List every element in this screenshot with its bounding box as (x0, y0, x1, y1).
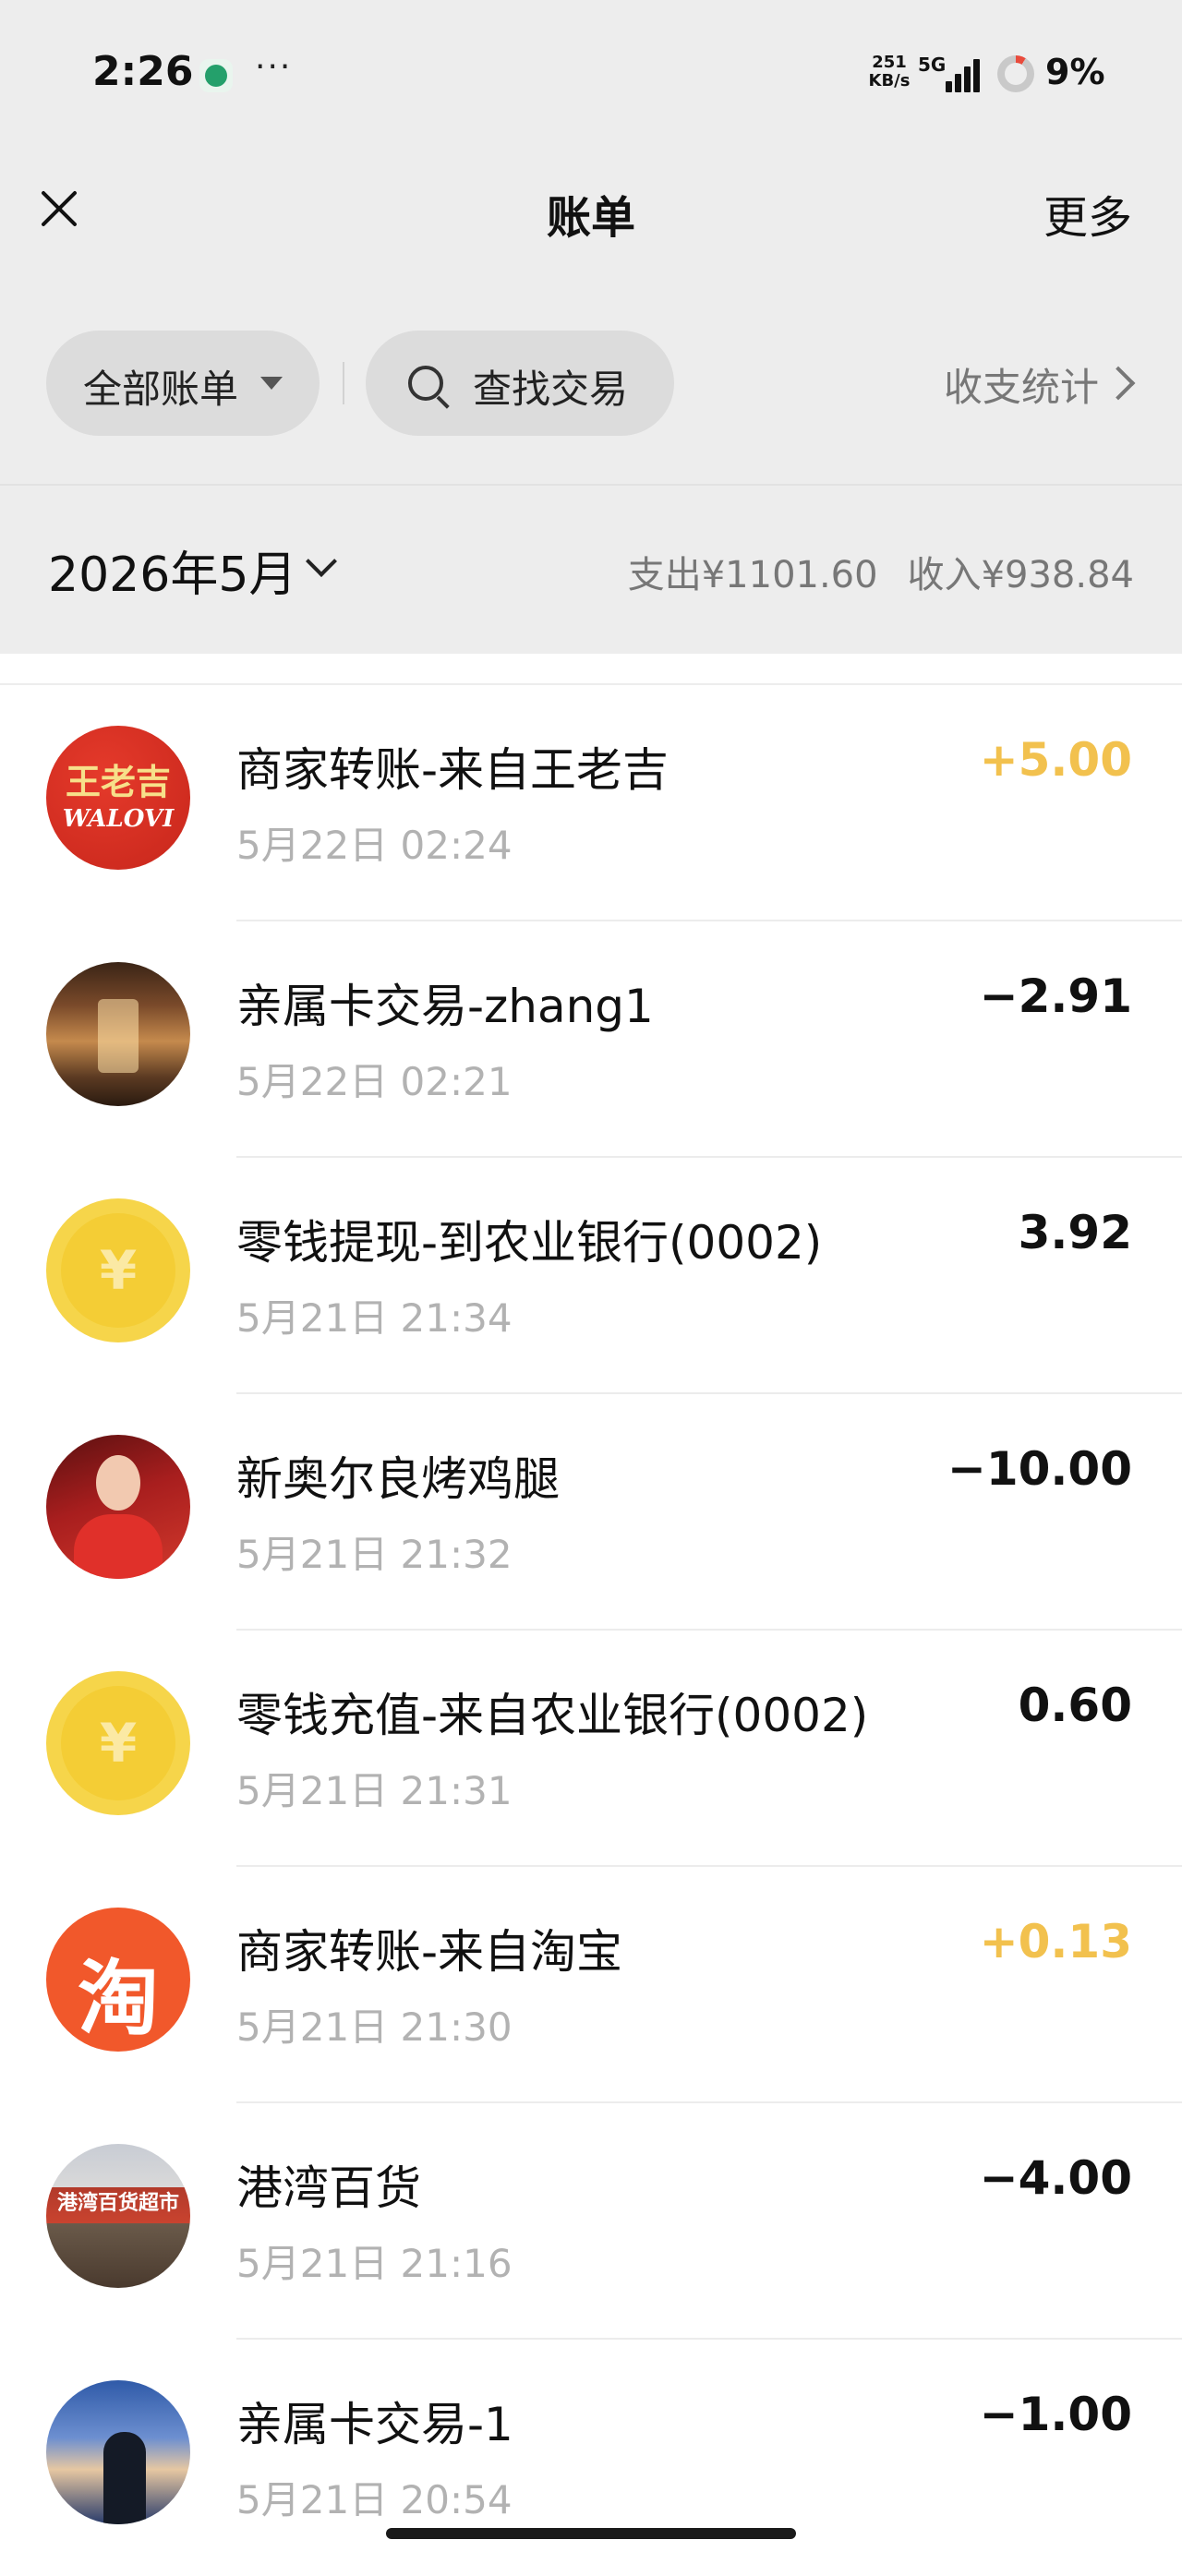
all-bills-filter[interactable]: 全部账单 (46, 331, 320, 436)
net-speed: 251 KB/s (864, 54, 914, 90)
transaction-time: 5月22日 02:21 (236, 1059, 513, 1104)
income-total: 收入¥938.84 (907, 554, 1134, 596)
transaction-time: 5月21日 21:32 (236, 1532, 513, 1577)
search-icon (408, 366, 443, 401)
stats-link[interactable]: 收支统计 (944, 356, 1099, 413)
transaction-amount: −1.00 (979, 2388, 1132, 2441)
transaction-amount: +5.00 (979, 733, 1132, 787)
battery-level: 9% (1045, 52, 1105, 92)
search-transactions-button[interactable]: 查找交易 (366, 331, 674, 436)
wanglaoji-logo-avatar: 王老吉 WALOVI (46, 726, 190, 870)
transaction-amount: −4.00 (979, 2151, 1132, 2205)
transaction-row[interactable]: 新奥尔良烤鸡腿 5月21日 21:32 −10.00 (0, 1394, 1182, 1631)
net-speed-unit: KB/s (868, 71, 911, 90)
transaction-amount: 0.60 (1018, 1679, 1132, 1732)
coin-icon: ¥ (46, 1671, 190, 1815)
home-indicator[interactable] (386, 2528, 796, 2539)
store-photo-avatar: 港湾百货超市 (46, 2144, 190, 2288)
bank-app-icon (199, 59, 233, 92)
divider (0, 484, 1182, 486)
transaction-title: 新奥尔良烤鸡腿 (236, 1452, 560, 1506)
logo-text: 港湾百货超市 (56, 2192, 179, 2215)
month-selector[interactable]: 2026年5月 (48, 536, 296, 605)
transaction-title: 零钱提现-到农业银行(0002) (236, 1216, 823, 1270)
expense-total: 支出¥1101.60 (627, 554, 878, 596)
search-label: 查找交易 (473, 367, 629, 412)
month-summary: 支出¥1101.60 收入¥938.84 (628, 545, 1134, 598)
more-button[interactable]: 更多 (1043, 181, 1132, 246)
transaction-title: 亲属卡交易-zhang1 (236, 980, 654, 1033)
transaction-row[interactable]: ¥ 零钱充值-来自农业银行(0002) 5月21日 21:31 0.60 (0, 1631, 1182, 1867)
logo-text: 淘 (77, 1951, 159, 2046)
transaction-amount: −2.91 (979, 969, 1132, 1023)
network-type: 5G (918, 54, 947, 76)
transaction-row[interactable]: 王老吉 WALOVI 商家转账-来自王老吉 5月22日 02:24 +5.00 (0, 685, 1182, 921)
transaction-row[interactable]: 亲属卡交易-zhang1 5月22日 02:21 −2.91 (0, 921, 1182, 1158)
transaction-time: 5月21日 21:34 (236, 1295, 513, 1341)
status-time: 2:26 (92, 48, 194, 95)
stage-photo-avatar (46, 962, 190, 1106)
transaction-row[interactable]: 亲属卡交易-1 5月21日 20:54 −1.00 (0, 2340, 1182, 2576)
transaction-amount: 3.92 (1018, 1206, 1132, 1259)
page-title: 账单 (546, 192, 635, 244)
transaction-row[interactable]: 淘 商家转账-来自淘宝 5月21日 21:30 +0.13 (0, 1867, 1182, 2103)
net-speed-value: 251 (872, 53, 907, 72)
logo-text: WALOVI (62, 805, 175, 833)
transaction-amount: +0.13 (979, 1915, 1132, 1968)
transaction-amount: −10.00 (947, 1442, 1132, 1496)
transaction-row[interactable]: ¥ 零钱提现-到农业银行(0002) 5月21日 21:34 3.92 (0, 1158, 1182, 1394)
coin-icon: ¥ (46, 1198, 190, 1342)
all-bills-label: 全部账单 (83, 367, 239, 412)
transaction-title: 港湾百货 (236, 2161, 421, 2215)
transaction-title: 商家转账-来自王老吉 (236, 743, 669, 797)
transaction-title: 零钱充值-来自农业银行(0002) (236, 1689, 869, 1742)
transaction-time: 5月22日 02:24 (236, 823, 513, 868)
logo-text: 王老吉 (65, 761, 171, 802)
woman-photo-avatar (46, 1435, 190, 1579)
transaction-time: 5月21日 21:30 (236, 2004, 513, 2050)
more-notifications-icon: ··· (255, 48, 293, 86)
caret-down-icon (260, 377, 283, 390)
transaction-title: 亲属卡交易-1 (236, 2398, 513, 2451)
transaction-row[interactable]: 港湾百货超市 港湾百货 5月21日 21:16 −4.00 (0, 2103, 1182, 2340)
transaction-time: 5月21日 21:31 (236, 1768, 513, 1813)
battery-icon (997, 55, 1034, 92)
divider (343, 362, 344, 404)
transaction-time: 5月21日 21:16 (236, 2241, 513, 2286)
transaction-title: 商家转账-来自淘宝 (236, 1925, 623, 1979)
taobao-logo-avatar: 淘 (46, 1908, 190, 2052)
dusk-photo-avatar (46, 2380, 190, 2524)
transaction-time: 5月21日 20:54 (236, 2477, 513, 2522)
signal-icon (946, 59, 983, 92)
